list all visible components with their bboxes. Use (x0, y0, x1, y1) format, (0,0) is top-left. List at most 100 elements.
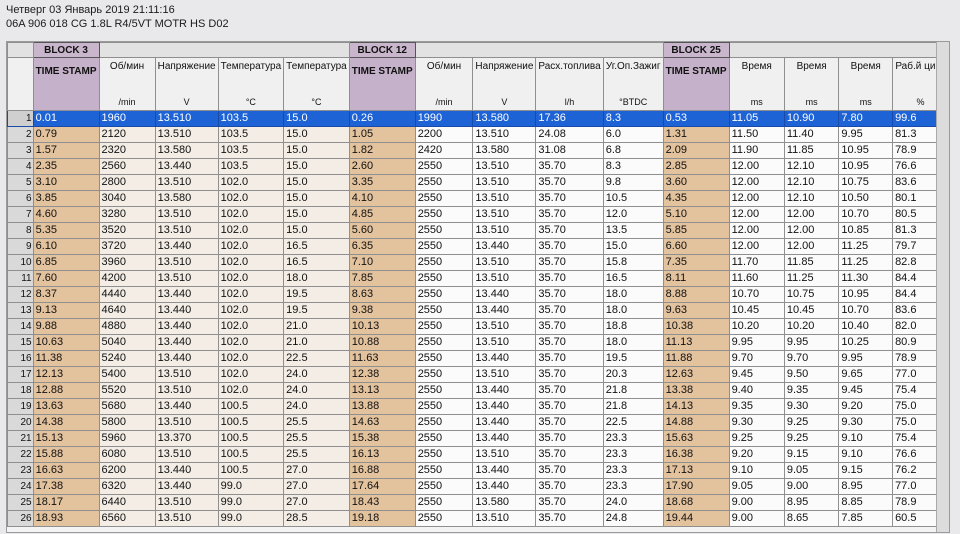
column-header[interactable]: Температура °C (217, 57, 285, 111)
table-cell: 2120 (98, 126, 156, 143)
table-row[interactable]: 11 7.60 4200 13.510 102.0 18.0 7.85 2550 13.510 3… (7, 270, 949, 287)
table-cell: 13.63 (32, 398, 100, 415)
column-header[interactable]: Напряжение V (154, 57, 219, 111)
table-cell: 13.510 (154, 382, 219, 399)
column-header[interactable]: Время ms (838, 57, 894, 111)
table-cell: 13.440 (472, 238, 537, 255)
table-cell: 100.5 (217, 414, 285, 431)
table-cell: 9.63 (662, 302, 730, 319)
table-row[interactable]: 23 16.63 6200 13.440 100.5 27.0 16.88 2550 13.44… (7, 462, 949, 479)
data-table: BLOCK 3 BLOCK 12 BLOCK 25 TIME STAMP Об/м… (7, 42, 949, 527)
table-cell: 13.510 (472, 158, 537, 175)
table-row[interactable]: 22 15.88 6080 13.510 100.5 25.5 16.13 2550 13.51… (7, 446, 949, 463)
column-header[interactable]: Об/мин/min (414, 57, 474, 111)
table-row[interactable]: 5 3.10 2800 13.510 102.0 15.0 3.35 2550 13.510 35… (7, 174, 949, 191)
table-row[interactable]: 25 18.17 6440 13.510 99.0 27.0 18.43 2550 13.580… (7, 494, 949, 511)
table-row[interactable]: 10 6.85 3960 13.510 102.0 16.5 7.10 2550 13.510 3… (7, 254, 949, 271)
table-row[interactable]: 3 1.57 2320 13.580 103.5 15.0 1.82 2420 13.580 31… (7, 142, 949, 159)
column-header[interactable]: Расх.топлива l/h (535, 57, 604, 111)
row-number: 9 (7, 238, 34, 255)
table-cell: 13.510 (154, 414, 219, 431)
column-header[interactable]: Уг.Оп.Зажиг °BTDC (602, 57, 664, 111)
table-cell: 2.60 (348, 158, 416, 175)
column-header-label: Время (850, 61, 881, 72)
table-cell: 21.8 (602, 382, 664, 399)
table-cell: 13.440 (154, 350, 219, 367)
table-cell: 35.70 (535, 462, 604, 479)
table-row[interactable]: 17 12.13 5400 13.510 102.0 24.0 12.38 2550 13.51… (7, 366, 949, 383)
table-row[interactable]: 21 15.13 5960 13.370 100.5 25.5 15.38 2550 13.44… (7, 430, 949, 447)
table-cell: 2550 (414, 270, 474, 287)
vertical-scrollbar[interactable] (936, 42, 949, 532)
table-row[interactable]: 4 2.35 2560 13.440 103.5 15.0 2.60 2550 13.510 35… (7, 158, 949, 175)
table-cell: 3.60 (662, 174, 730, 191)
table-row[interactable]: 26 18.93 6560 13.510 99.0 28.5 19.18 2550 13.510… (7, 510, 949, 527)
table-cell: 35.70 (535, 382, 604, 399)
table-cell: 3.35 (348, 174, 416, 191)
table-row[interactable]: 2 0.79 2120 13.510 103.5 15.0 1.05 2200 13.510 24… (7, 126, 949, 143)
column-header[interactable]: Время ms (728, 57, 785, 111)
table-cell: 13.440 (472, 430, 537, 447)
table-row[interactable]: 9 6.10 3720 13.440 102.0 16.5 6.35 2550 13.440 35… (7, 238, 949, 255)
table-cell: 2320 (98, 142, 156, 159)
table-row[interactable]: 13 9.13 4640 13.440 102.0 19.5 9.38 2550 13.440 3… (7, 302, 949, 319)
table-row[interactable]: 16 11.38 5240 13.440 102.0 22.5 11.63 2550 13.44… (7, 350, 949, 367)
column-header[interactable]: Об/мин/min (98, 57, 156, 111)
row-number: 15 (7, 334, 34, 351)
column-header-label: Температура (286, 61, 347, 72)
table-cell: 10.85 (838, 222, 894, 239)
table-row[interactable]: 8 5.35 3520 13.510 102.0 15.0 5.60 2550 13.510 35… (7, 222, 949, 239)
table-cell: 17.90 (662, 478, 730, 495)
table-cell: 13.440 (472, 350, 537, 367)
table-cell: 11.38 (32, 350, 100, 367)
table-cell: 15.88 (32, 446, 100, 463)
table-row[interactable]: 14 9.88 4880 13.440 102.0 21.0 10.13 2550 13.510… (7, 318, 949, 335)
table-cell: 2550 (414, 286, 474, 303)
measurement-grid[interactable]: BLOCK 3 BLOCK 12 BLOCK 25 TIME STAMP Об/м… (6, 41, 950, 533)
table-row[interactable]: 7 4.60 3280 13.510 102.0 15.0 4.85 2550 13.510 35… (7, 206, 949, 223)
table-row[interactable]: 19 13.63 5680 13.440 100.5 24.0 13.88 2550 13.44… (7, 398, 949, 415)
table-cell: 8.37 (32, 286, 100, 303)
table-cell: 8.65 (783, 510, 840, 527)
column-header[interactable]: Время ms (783, 57, 840, 111)
table-cell: 13.440 (472, 478, 537, 495)
table-cell: 13.510 (472, 254, 537, 271)
column-header[interactable]: TIME STAMP (32, 57, 100, 111)
table-row[interactable]: 1 0.01 1960 13.510 103.5 15.0 0.26 1990 13.580 17… (7, 110, 949, 127)
table-cell: 9.35 (728, 398, 785, 415)
table-row[interactable]: 18 12.88 5520 13.510 102.0 24.0 13.13 2550 13.44… (7, 382, 949, 399)
column-header[interactable]: TIME STAMP (662, 57, 730, 111)
column-header[interactable]: TIME STAMP (348, 57, 416, 111)
window-header: Четверг 03 Январь 2019 21:11:16 06A 906 … (6, 3, 229, 31)
table-cell: 13.510 (154, 510, 219, 527)
table-cell: 8.63 (348, 286, 416, 303)
column-header[interactable]: Температура °C (283, 57, 350, 111)
table-cell: 12.00 (728, 238, 785, 255)
table-cell: 12.00 (728, 222, 785, 239)
table-cell: 3960 (98, 254, 156, 271)
table-cell: 13.440 (154, 286, 219, 303)
table-cell: 13.510 (472, 206, 537, 223)
table-cell: 1.82 (348, 142, 416, 159)
table-row[interactable]: 20 14.38 5800 13.510 100.5 25.5 14.63 2550 13.44… (7, 414, 949, 431)
table-row[interactable]: 6 3.85 3040 13.580 102.0 15.0 4.10 2550 13.510 35… (7, 190, 949, 207)
row-number: 11 (7, 270, 34, 287)
table-cell: 12.00 (728, 206, 785, 223)
table-cell: 13.440 (154, 334, 219, 351)
table-cell: 102.0 (217, 270, 285, 287)
table-row[interactable]: 24 17.38 6320 13.440 99.0 27.0 17.64 2550 13.440… (7, 478, 949, 495)
table-cell: 18.8 (602, 318, 664, 335)
table-cell: 13.440 (472, 302, 537, 319)
table-cell: 35.70 (535, 446, 604, 463)
table-cell: 10.5 (602, 190, 664, 207)
table-cell: 11.85 (783, 254, 840, 271)
table-cell: 9.10 (728, 462, 785, 479)
column-header[interactable]: Напряжение V (472, 57, 537, 111)
table-row[interactable]: 12 8.37 4440 13.440 102.0 19.5 8.63 2550 13.440 3… (7, 286, 949, 303)
table-row[interactable]: 15 10.63 5040 13.440 102.0 21.0 10.88 2550 13.51… (7, 334, 949, 351)
table-cell: 2550 (414, 510, 474, 527)
column-header-row: TIME STAMP Об/мин/min Напряжение V Температу… (7, 57, 949, 111)
table-cell: 19.18 (348, 510, 416, 527)
table-cell: 1990 (414, 110, 474, 127)
table-cell: 9.30 (728, 414, 785, 431)
